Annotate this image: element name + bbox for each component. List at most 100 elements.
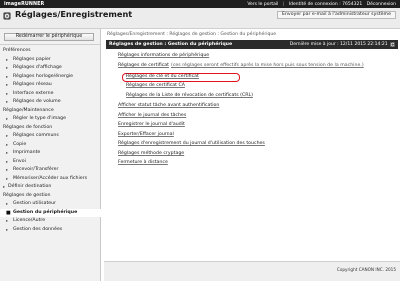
triangle-right-icon: ▸ (6, 175, 9, 181)
triangle-right-icon: ▸ (6, 90, 9, 96)
sidebar-item[interactable]: ▸ Interface externe (0, 90, 101, 99)
sidebar-item[interactable]: ▸ Copie (0, 141, 101, 150)
sidebar-category: Réglage/Maintenance (0, 107, 101, 116)
settings-link-label: Afficher le journal des tâches (118, 112, 187, 118)
sidebar-item-label: Réglages de gestion (3, 192, 51, 198)
settings-link-label: Exporter/Effacer journal (118, 131, 174, 137)
sidebar-item-label: Imprimante (13, 150, 41, 155)
triangle-right-icon: ▸ (6, 99, 9, 104)
sidebar-item[interactable]: ▸ Recevoir/Transférer (0, 166, 101, 175)
panel-header: Réglages de gestion : Gestion du périphé… (106, 40, 398, 49)
sidebar-item[interactable]: ▸ Réglages de volume (0, 98, 101, 107)
sidebar-item[interactable]: ▸ Mémoriser/Accéder aux fichiers (0, 175, 101, 184)
settings-link[interactable]: Réglages de certificat (ces réglages sero… (118, 63, 364, 68)
refresh-icon[interactable] (390, 42, 395, 47)
sidebar-category: Réglages de gestion (0, 192, 101, 201)
main-content: Réglages/Enregistrement : Réglages de ge… (104, 29, 400, 281)
sidebar-item-label: Gestion du périphérique (13, 209, 78, 215)
sidebar-item[interactable]: ▸ Gestion utilisateur (0, 200, 101, 209)
sidebar-item-label: Préférences (3, 48, 31, 53)
panel-status: Dernière mise à jour : 12/11 2015 22:14:… (290, 42, 395, 47)
sidebar-item-label: Mémoriser/Accéder aux fichiers (13, 175, 88, 181)
triangle-right-icon: ▸ (6, 133, 9, 138)
portal-link[interactable]: Vers le portail (247, 2, 278, 7)
settings-link-label: Réglages de la Liste de révocation de ce… (126, 92, 253, 98)
sidebar-item-label: Réglages communs (13, 133, 59, 138)
sidebar-item[interactable]: ▸ Envoi (0, 158, 101, 167)
sidebar-item-label: Définir destination (8, 184, 52, 189)
triangle-right-icon: ▸ (6, 65, 9, 70)
top-links: Vers le portail | Identité de connexion … (244, 2, 396, 7)
sidebar-item[interactable]: ▸ Régler le type d'image (0, 115, 101, 124)
sidebar-item-label: Régler le type d'image (13, 116, 67, 121)
sidebar-item-label: Gestion utilisateur (13, 201, 57, 206)
sidebar-item-label: Réglages de fonction (3, 124, 53, 130)
sidebar-item[interactable]: ▸ Réglages papier (0, 56, 101, 65)
sidebar-item-label: Réglages d'affichage (13, 65, 62, 70)
settings-link-label: Réglages d'enregistrement du journal d'u… (118, 141, 265, 146)
triangle-right-icon: ▸ (6, 226, 9, 232)
triangle-right-icon: ▸ (6, 218, 9, 223)
triangle-right-icon: ▸ (6, 56, 9, 62)
sidebar-item-label: Interface externe (13, 90, 54, 96)
restart-device-button[interactable]: Redémarrer le périphérique (4, 32, 94, 41)
settings-link-label: Enregistrer le journal d'audit (118, 122, 185, 127)
sidebar-item[interactable]: ▸ Réglages horloge/énergie (0, 73, 101, 82)
settings-link[interactable]: Réglages de clé et du certificat (126, 74, 199, 79)
settings-link[interactable]: Réglages de certificat CA (126, 83, 185, 88)
settings-link-label: Réglages de clé et du certificat (126, 73, 199, 79)
breadcrumb: Réglages/Enregistrement : Réglages de ge… (107, 32, 277, 37)
triangle-right-icon: ▸ (6, 158, 9, 164)
sidebar-item-label: Réglages horloge/énergie (13, 73, 73, 79)
settings-link[interactable]: Enregistrer le journal d'audit (118, 122, 185, 127)
settings-link[interactable]: Réglages de la Liste de révocation de ce… (126, 93, 253, 98)
settings-link[interactable]: Afficher le journal des tâches (118, 113, 186, 118)
settings-link[interactable]: Réglages méthode cryptage (118, 151, 184, 156)
last-update-text: Dernière mise à jour : 12/11 2015 22:14:… (289, 42, 388, 47)
sidebar-item-label: Réglages réseau (13, 82, 52, 87)
settings-link-label: Réglages informations de périphérique (118, 53, 210, 58)
separator: | (282, 1, 285, 7)
sidebar-nav: Préférences ▸ Réglages papier ▸ Réglages d'a… (0, 47, 101, 234)
sidebar-item-label: Réglages papier (13, 56, 51, 62)
sidebar-category: Réglages de fonction (0, 124, 101, 133)
sidebar-item-label: Envoi (13, 158, 26, 164)
settings-link-label: Fermeture à distance (118, 160, 168, 165)
triangle-right-icon: ▸ (6, 201, 9, 206)
settings-link[interactable]: Afficher statut tâche avant authentifica… (118, 103, 219, 108)
triangle-right-icon: ▸ (6, 73, 9, 79)
footer: Copyright CANON INC. 2015 (104, 261, 400, 281)
sidebar-item[interactable]: ▸ Réglages réseau (0, 81, 101, 90)
sidebar-item-label: Recevoir/Transférer (13, 167, 59, 172)
triangle-right-icon: ▸ (6, 167, 9, 172)
sidebar-item[interactable]: ▸ Définir destination (0, 183, 101, 192)
settings-link[interactable]: Réglages d'enregistrement du journal d'u… (118, 141, 265, 146)
triangle-right-icon: ▸ (3, 184, 6, 189)
sidebar-item-label: Licence/Autre (13, 218, 46, 223)
settings-link[interactable]: Exporter/Effacer journal (118, 132, 174, 137)
sidebar-item[interactable]: ▸ Réglages communs (0, 132, 101, 141)
sidebar-item[interactable]: ▸ Gestion des données (0, 226, 101, 235)
login-id: Identité de connexion : 7654321 (288, 1, 363, 7)
mail-admin-button[interactable]: Envoyer par e-mail à l'administrateur sy… (277, 10, 396, 19)
brand-name: imageRUNNER (4, 1, 45, 7)
sidebar-item-label: Gestion des données (13, 226, 63, 232)
triangle-right-icon: ▸ (6, 141, 9, 147)
settings-link[interactable]: Fermeture à distance (118, 160, 168, 165)
sidebar-item[interactable]: ■ Gestion du périphérique (0, 208, 101, 217)
copyright: Copyright CANON INC. 2015 (336, 267, 396, 272)
sidebar-item[interactable]: ▸ Imprimante (0, 149, 101, 158)
sidebar-item[interactable]: ▸ Licence/Autre (0, 217, 101, 226)
settings-link[interactable]: Réglages informations de périphérique (118, 53, 209, 58)
square-bullet-icon: ■ (6, 209, 11, 216)
sidebar-item-label: Réglage/Maintenance (3, 107, 54, 113)
page-title: Réglages/Enregistrement (15, 9, 133, 19)
panel-title: Réglages de gestion : Gestion du périphé… (109, 42, 233, 47)
sidebar-item-label: Copie (13, 141, 27, 147)
logout-link[interactable]: Déconnexion (367, 2, 396, 7)
triangle-right-icon: ▸ (6, 116, 9, 121)
sidebar-item[interactable]: ▸ Réglages d'affichage (0, 64, 101, 73)
sidebar-item-label: Réglages de volume (13, 99, 61, 104)
settings-app-icon (3, 12, 11, 20)
sidebar-category: Préférences (0, 47, 101, 56)
